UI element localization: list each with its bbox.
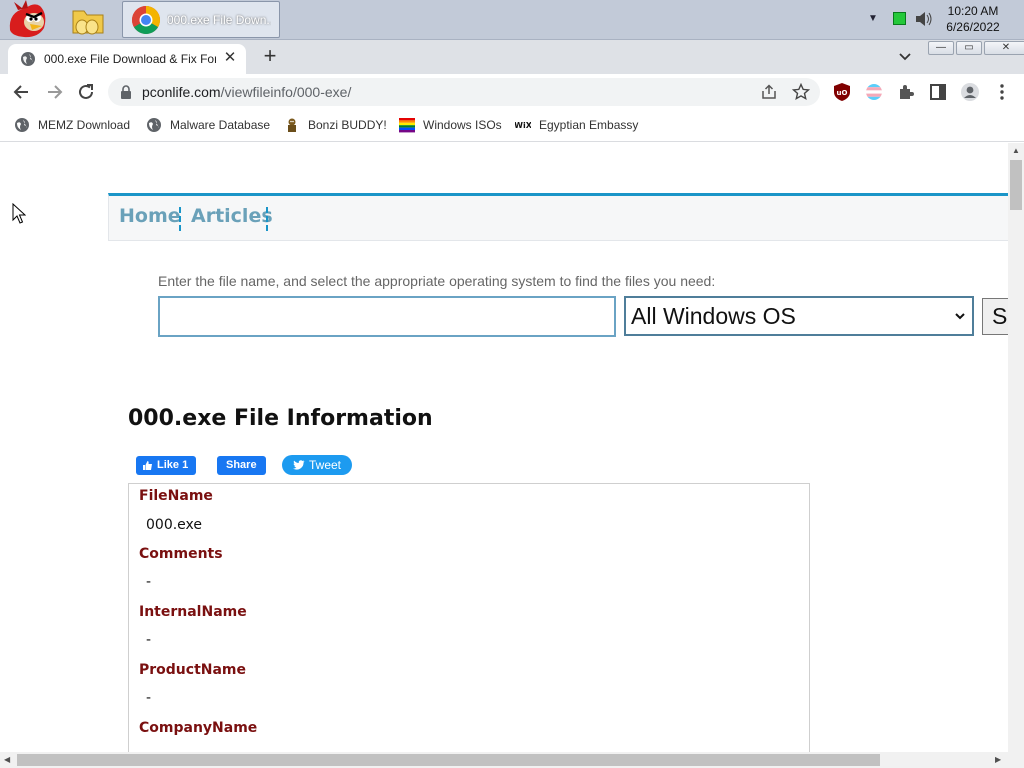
horizontal-scroll-thumb[interactable] <box>17 754 880 766</box>
tab-active[interactable]: 000.exe File Download & Fix For ✕ <box>8 44 246 74</box>
trans-flag-extension-icon[interactable] <box>864 82 884 102</box>
bookmarks-bar: MEMZ Download Malware Database Bonzi BUD… <box>0 110 1024 142</box>
bookmark-bonzi-buddy[interactable]: Bonzi BUDDY! <box>284 117 387 133</box>
os-select-dropdown[interactable]: All Windows OS <box>624 296 974 336</box>
minimize-button[interactable]: — <box>928 41 954 55</box>
angry-bird-icon[interactable] <box>4 0 50 40</box>
bookmark-label: MEMZ Download <box>38 118 131 132</box>
file-info-box: FileName 000.exe Comments - InternalName… <box>128 483 810 752</box>
field-value-filename: 000.exe <box>146 517 203 533</box>
tweet-button[interactable]: Tweet <box>282 455 353 475</box>
page-viewport: Home Articles Enter the file name, and s… <box>0 143 1008 752</box>
os-select-value: All Windows OS <box>631 302 796 329</box>
nav-divider <box>266 207 268 231</box>
back-icon[interactable] <box>12 82 32 102</box>
like-label: Like 1 <box>157 459 189 471</box>
field-label-comments: Comments <box>139 546 223 562</box>
bookmark-label: Egyptian Embassy <box>539 118 639 132</box>
site-nav: Home Articles <box>108 193 1008 241</box>
chevron-down-icon <box>955 313 965 320</box>
field-label-companyname: CompanyName <box>139 720 258 736</box>
profile-avatar-icon[interactable] <box>960 82 980 102</box>
folder-icon[interactable] <box>70 3 106 37</box>
bookmark-star-icon[interactable] <box>792 83 810 101</box>
bookmark-label: Windows ISOs <box>423 118 502 132</box>
tweet-label: Tweet <box>309 458 342 472</box>
menu-kebab-icon[interactable] <box>992 82 1012 102</box>
bonzi-icon <box>288 118 296 132</box>
clock-date: 6/26/2022 <box>946 20 1000 34</box>
reload-icon[interactable] <box>76 82 96 102</box>
tab-search-chevron-icon[interactable] <box>896 48 914 66</box>
tab-title: 000.exe File Download & Fix For <box>44 52 216 66</box>
bookmark-memz-download[interactable]: MEMZ Download <box>14 117 130 133</box>
field-value-internalname: - <box>146 632 152 648</box>
scroll-up-arrow-icon[interactable]: ▲ <box>1012 146 1020 155</box>
taskbar: 000.exe File Down... ▼ 10:20 AM 6/26/202… <box>0 0 1024 40</box>
thumbs-up-icon <box>143 461 152 470</box>
share-icon[interactable] <box>760 83 778 101</box>
bookmark-label: Bonzi BUDDY! <box>308 118 387 132</box>
tab-strip: 000.exe File Download & Fix For ✕ + — ▭ … <box>0 40 1024 74</box>
tab-close-icon[interactable]: ✕ <box>222 50 238 66</box>
close-window-button[interactable]: ✕ <box>984 41 1024 55</box>
bookmark-label: Malware Database <box>170 118 271 132</box>
clock-time: 10:20 AM <box>947 4 999 18</box>
wix-icon: WiX <box>515 121 531 130</box>
globe-icon <box>21 52 35 66</box>
taskbar-task-label: 000.exe File Down... <box>167 12 271 27</box>
twitter-bird-icon <box>293 460 305 470</box>
field-label-productname: ProductName <box>139 662 247 678</box>
facebook-like-button[interactable]: Like 1 <box>136 456 197 475</box>
rainbow-flag-icon <box>399 118 415 133</box>
vertical-scroll-thumb[interactable] <box>1010 160 1022 210</box>
nav-articles-link[interactable]: Articles <box>191 205 273 227</box>
bookmark-malware-database[interactable]: Malware Database <box>146 117 270 133</box>
bookmark-windows-isos[interactable]: Windows ISOs <box>399 117 502 133</box>
svg-text:uO: uO <box>837 89 848 97</box>
tray-expand-icon[interactable]: ▼ <box>868 13 878 24</box>
scroll-right-arrow-icon[interactable]: ▶ <box>995 755 1001 764</box>
svg-text:WiX: WiX <box>515 121 531 130</box>
field-value-productname: - <box>146 690 152 706</box>
window-controls: — ▭ ✕ <box>928 41 1024 55</box>
forward-icon[interactable] <box>44 82 64 102</box>
new-tab-button[interactable]: + <box>258 45 282 69</box>
lock-icon[interactable] <box>120 85 132 99</box>
file-search-input[interactable] <box>158 296 616 337</box>
nav-home-link[interactable]: Home <box>119 205 181 227</box>
url-host: pconlife.com <box>142 84 221 100</box>
search-button[interactable]: S <box>982 298 1008 335</box>
page-title: 000.exe File Information <box>128 406 433 431</box>
ublock-origin-icon[interactable]: uO <box>832 82 852 102</box>
field-value-comments: - <box>146 574 152 590</box>
bookmark-egyptian-embassy[interactable]: WiX Egyptian Embassy <box>515 117 638 133</box>
extensions-puzzle-icon[interactable] <box>896 82 916 102</box>
restore-button[interactable]: ▭ <box>956 41 982 55</box>
vertical-scrollbar[interactable] <box>1008 143 1024 752</box>
search-prompt: Enter the file name, and select the appr… <box>158 273 716 289</box>
network-icon[interactable] <box>893 12 906 25</box>
chrome-icon <box>132 5 160 34</box>
taskbar-chrome-task[interactable]: 000.exe File Down... <box>122 1 280 38</box>
field-label-filename: FileName <box>139 488 213 504</box>
address-bar[interactable]: pconlife.com/viewfileinfo/000-exe/ <box>108 78 820 106</box>
facebook-share-button[interactable]: Share <box>217 456 266 475</box>
field-label-internalname: InternalName <box>139 604 247 620</box>
volume-icon[interactable] <box>914 10 934 28</box>
browser-toolbar: pconlife.com/viewfileinfo/000-exe/ uO <box>0 74 1024 110</box>
clock[interactable]: 10:20 AM 6/26/2022 <box>940 3 1006 35</box>
nav-divider <box>179 207 181 231</box>
globe-icon <box>147 118 161 132</box>
url-path: /viewfileinfo/000-exe/ <box>220 84 352 100</box>
globe-icon <box>15 118 29 132</box>
mouse-cursor-icon <box>12 203 26 224</box>
url-text: pconlife.com/viewfileinfo/000-exe/ <box>142 84 351 100</box>
side-panel-icon[interactable] <box>928 82 948 102</box>
scroll-left-arrow-icon[interactable]: ◀ <box>4 755 10 764</box>
